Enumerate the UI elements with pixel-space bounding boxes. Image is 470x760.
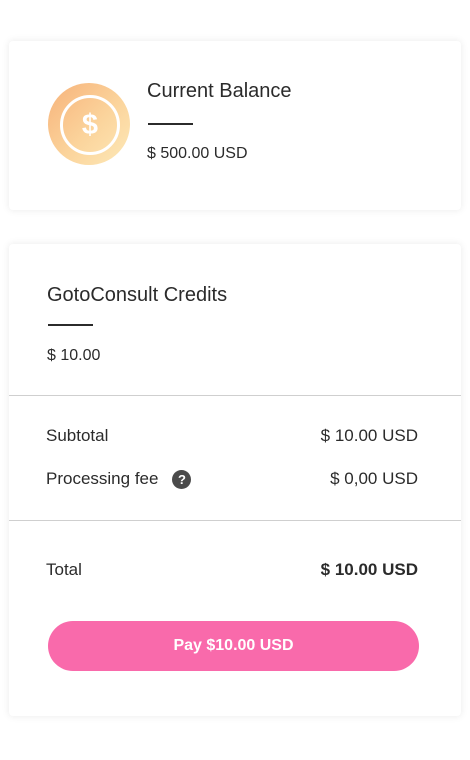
current-balance-card: $ Current Balance $ 500.00 USD [9, 41, 461, 210]
processing-fee-label-group: Processing fee ? [46, 469, 192, 489]
credits-title-underline [48, 324, 93, 326]
total-label: Total [46, 560, 82, 579]
subtotal-value: $ 10.00 USD [320, 426, 418, 445]
total-value: $ 10.00 USD [320, 560, 418, 579]
total-row: Total $ 10.00 USD [46, 560, 418, 580]
processing-fee-value: $ 0,00 USD [330, 469, 418, 488]
balance-title-underline [148, 123, 193, 125]
balance-title: Current Balance [147, 80, 292, 102]
pay-button[interactable]: Pay $10.00 USD [48, 621, 419, 671]
balance-value: $ 500.00 USD [147, 145, 248, 162]
subtotal-label: Subtotal [46, 426, 109, 445]
processing-fee-row: Processing fee ? $ 0,00 USD [46, 469, 418, 489]
processing-fee-label: Processing fee [46, 469, 159, 488]
credits-title: GotoConsult Credits [47, 284, 228, 306]
subtotal-row: Subtotal $ 10.00 USD [46, 426, 418, 446]
coin-ring: $ [60, 95, 120, 155]
payment-summary-card: GotoConsult Credits $ 10.00 Subtotal $ 1… [9, 244, 461, 716]
divider [9, 395, 461, 396]
dollar-coin-icon: $ [48, 83, 130, 165]
question-circle-icon[interactable]: ? [172, 469, 192, 489]
divider [9, 520, 461, 521]
dollar-sign: $ [81, 108, 99, 141]
credits-value: $ 10.00 [47, 347, 101, 364]
